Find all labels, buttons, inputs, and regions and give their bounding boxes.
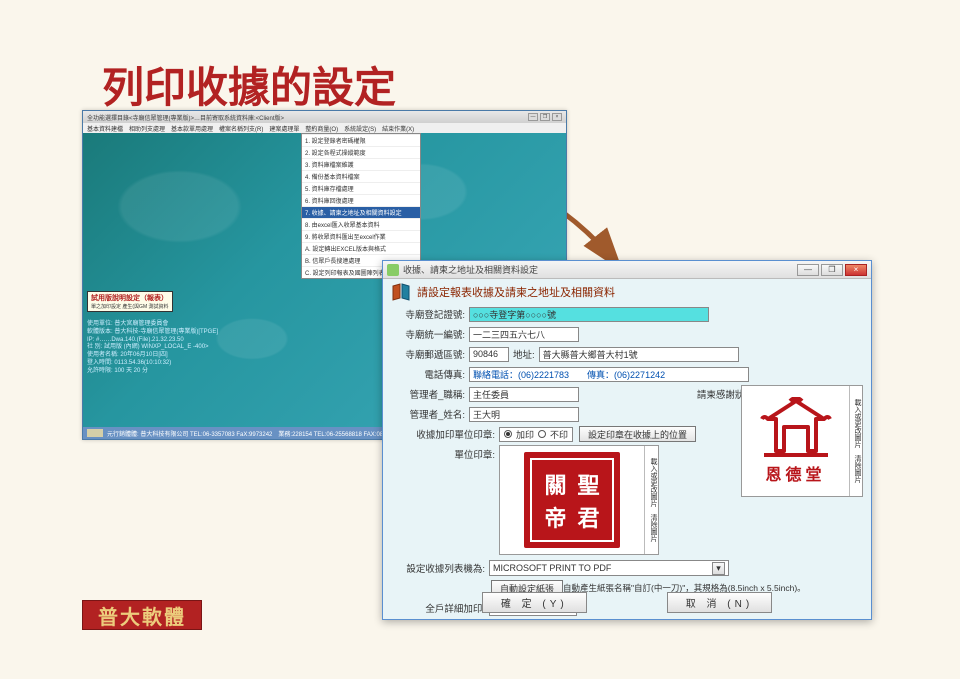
dd-item[interactable]: 1. 設定登錄者密碼權限 xyxy=(302,134,420,146)
menu-item[interactable]: 權案名稱列支(R) xyxy=(219,124,263,133)
lbl-reg-no: 寺廟登記證號: xyxy=(391,307,469,321)
menu-item[interactable]: 系統設定(S) xyxy=(344,124,376,133)
input-reg-no[interactable]: ○○○寺登字第○○○○號 xyxy=(469,307,709,322)
thanks-edit-strip[interactable]: 載入或更改圖片 清除圖片 xyxy=(849,386,862,496)
set-stamp-position-button[interactable]: 設定印章在收據上的位置 xyxy=(579,426,696,442)
lbl-uni-no: 寺廟統一編號: xyxy=(391,327,469,341)
radio-receipt-print-on[interactable] xyxy=(504,430,512,438)
dialog-close-button[interactable]: × xyxy=(845,264,867,276)
receipt-settings-dialog: 收據、請柬之地址及相關資料設定 — ❐ × 請設定報表收據及請柬之地址及相關資料… xyxy=(382,260,872,620)
lbl-mgr-name: 管理者_姓名: xyxy=(391,407,469,421)
dialog-icon xyxy=(387,264,399,276)
books-icon xyxy=(391,283,411,301)
lbl-tel: 電話傳真: xyxy=(391,367,469,381)
ok-button[interactable]: 確 定 (Y) xyxy=(482,592,587,613)
footer-logo xyxy=(87,429,103,437)
thanks-image-preview: 恩德堂 載入或更改圖片 清除圖片 xyxy=(741,385,863,497)
menu-item[interactable]: 結束作業(X) xyxy=(382,124,414,133)
unit-stamp-preview: 關 聖 帝 君 載入或更改圖片 清除圖片 xyxy=(499,445,659,555)
dd-item[interactable]: 3. 資料庫檔案維護 xyxy=(302,158,420,170)
minimize-button[interactable]: — xyxy=(528,113,538,121)
input-mgr-name[interactable]: 王大明 xyxy=(469,407,579,422)
menu-item[interactable]: 基本款單用處理 xyxy=(171,124,213,133)
main-menubar[interactable]: 基本資料建檔 相助列支處理 基本款單用處理 權案名稱列支(R) 建案處理單 整約… xyxy=(83,123,566,133)
dd-item[interactable]: 9. 將收眾資料匯出至excel作業 xyxy=(302,230,420,242)
temple-icon: 恩德堂 xyxy=(760,397,832,485)
session-info: 使用單位: 普大宮廟管理委員會 軟體版本: 普大科技-寺廟信眾管理(專業版)[T… xyxy=(87,321,218,376)
menu-item[interactable]: 基本資料建檔 xyxy=(87,124,123,133)
dialog-title: 收據、請柬之地址及相關資料設定 xyxy=(403,263,797,276)
dialog-maximize-button[interactable]: ❐ xyxy=(821,264,843,276)
restore-button[interactable]: ❐ xyxy=(540,113,550,121)
lbl-addr: 地址: xyxy=(513,347,535,361)
radio-receipt-print-off[interactable] xyxy=(538,430,546,438)
dd-item[interactable]: 6. 資料庫回復處理 xyxy=(302,194,420,206)
menu-item[interactable]: 相助列支處理 xyxy=(129,124,165,133)
menu-item[interactable]: 建案處理單 xyxy=(269,124,299,133)
dialog-minimize-button[interactable]: — xyxy=(797,264,819,276)
dialog-header: 請設定報表收據及請柬之地址及相關資料 xyxy=(391,283,863,301)
input-addr[interactable]: 普大縣普大鄉普大村1號 xyxy=(539,347,739,362)
lbl-unit-stamp: 單位印章: xyxy=(391,445,499,461)
menu-item[interactable]: 整約商量(O) xyxy=(305,124,338,133)
seal-image: 關 聖 帝 君 xyxy=(524,452,620,548)
stamp-edit-strip[interactable]: 載入或更改圖片 清除圖片 xyxy=(644,446,658,554)
lbl-zip: 寺廟郵遞區號: xyxy=(391,347,469,361)
input-mgr-title[interactable]: 主任委員 xyxy=(469,387,579,402)
cancel-button[interactable]: 取 消 (N) xyxy=(667,592,772,613)
main-titlebar: 全功能選擇目錄<寺廟信眾管理(專業版)>…目前寄取系統資料庫:<Client版>… xyxy=(83,111,566,123)
dd-item[interactable]: 2. 設定各程式操縱範度 xyxy=(302,146,420,158)
main-title-text: 全功能選擇目錄<寺廟信眾管理(專業版)>…目前寄取系統資料庫:<Client版> xyxy=(87,113,528,122)
page-title: 列印收據的設定 xyxy=(102,54,396,115)
input-uni-no[interactable]: 一二三四五六七八 xyxy=(469,327,579,342)
printer-select[interactable]: MICROSOFT PRINT TO PDF ▾ xyxy=(489,560,729,576)
close-button[interactable]: × xyxy=(552,113,562,121)
lbl-receipt-unit: 收據加印單位印章: xyxy=(391,427,499,441)
input-zip[interactable]: 90846 xyxy=(469,347,509,362)
chevron-down-icon[interactable]: ▾ xyxy=(712,562,725,575)
system-settings-dropdown[interactable]: 1. 設定登錄者密碼權限 2. 設定各程式操縱範度 3. 資料庫檔案維護 4. … xyxy=(301,133,421,279)
brand-logo: 普大軟體 xyxy=(82,600,202,630)
input-tel[interactable]: 聯絡電話：(06)2221783 傳真：(06)2271242 xyxy=(469,367,749,382)
dialog-titlebar: 收據、請柬之地址及相關資料設定 — ❐ × xyxy=(383,261,871,279)
dd-item[interactable]: A. 設定轉出EXCEL版本與格式 xyxy=(302,242,420,254)
trial-notice: 試用版說明設定（報表） 單之加印設定 產生(與GM 測試資料 xyxy=(87,291,173,312)
dd-item[interactable]: 4. 備份基本資料檔案 xyxy=(302,170,420,182)
lbl-set-printer: 設定收據列表機為: xyxy=(391,561,489,575)
lbl-mgr-title: 管理者_職稱: xyxy=(391,387,469,401)
receipt-print-radios[interactable]: 加印 不印 xyxy=(499,427,573,442)
dd-item[interactable]: 8. 由excel匯入收眾基本資料 xyxy=(302,218,420,230)
dd-item[interactable]: 5. 資料庫存檔處理 xyxy=(302,182,420,194)
dd-item-receipt-settings[interactable]: 7. 收據、請柬之地址及相關資料設定 xyxy=(302,206,420,218)
